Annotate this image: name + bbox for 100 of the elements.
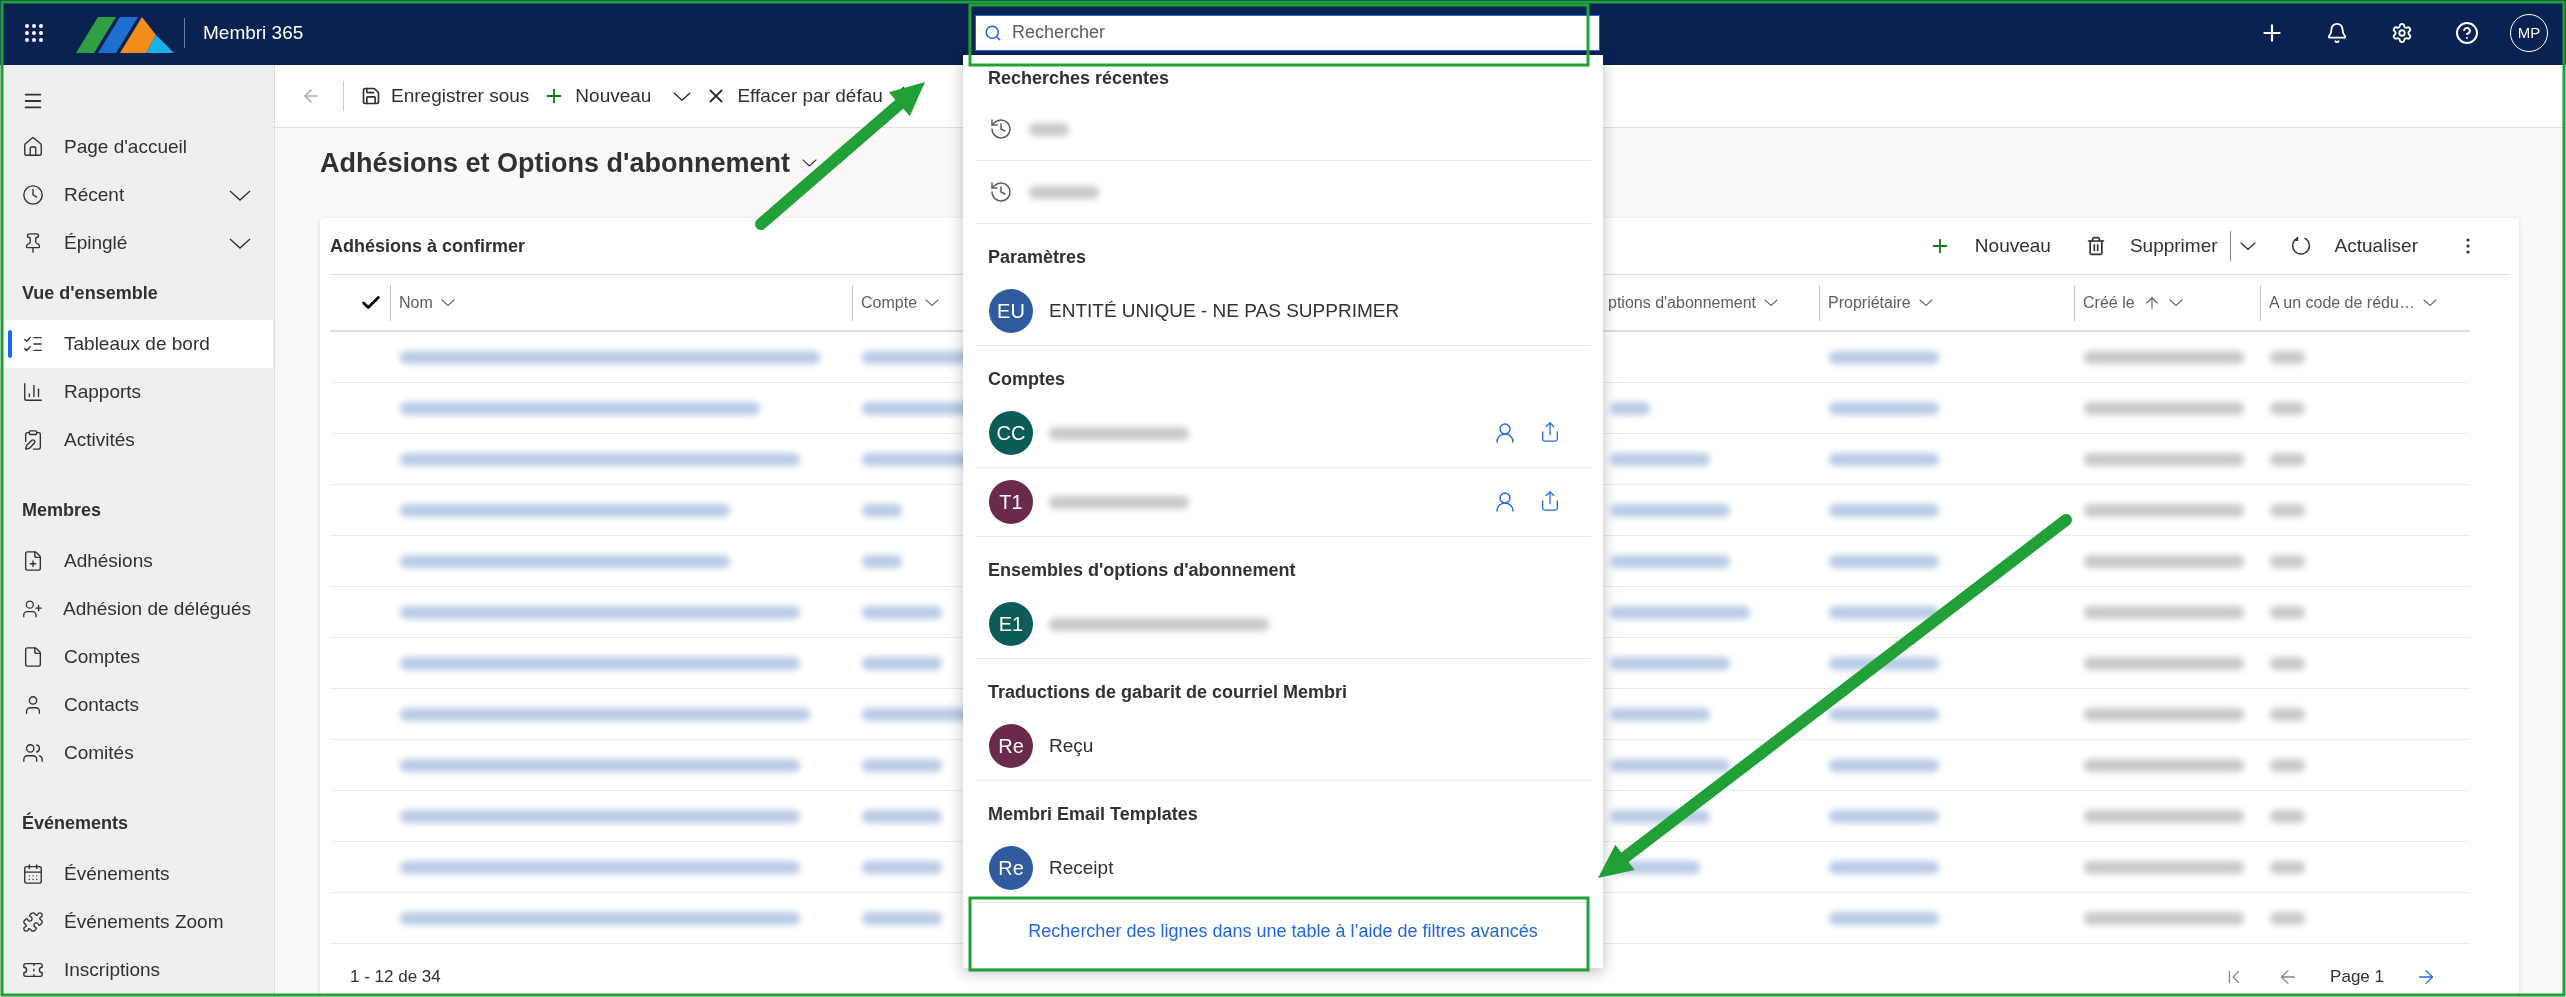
column-header[interactable]: ptions d'abonnement [1600,284,1819,321]
chevron-icon [925,299,940,306]
search-result-item[interactable]: EU ENTITÉ UNIQUE - NE PAS SUPPRIMER [975,277,1591,346]
chevron-icon [673,91,692,101]
column-header[interactable]: Propriétaire [1819,284,2074,321]
refresh-button[interactable]: Actualiser [2283,226,2442,266]
search-result-item[interactable]: T1 [975,468,1591,537]
bell-icon [2326,21,2348,44]
sidebar-label: Activités [64,429,135,451]
results-heading: Paramètres [987,245,1088,269]
clipboard-icon [22,429,44,451]
column-header[interactable]: A un code de rédu… [2260,284,2470,321]
sidebar-item[interactable]: Événements [0,850,273,898]
save-button[interactable]: Enregistrer sous [354,76,537,116]
chevron-icon [440,299,455,306]
chevron-icon [1764,299,1779,306]
page-number: Page 1 [2330,967,2384,987]
sidebar-label: Événements Zoom [64,911,224,933]
results-heading: Recherches récentes [987,66,1171,90]
chevron-icon [2168,299,2183,306]
people-icon [22,742,44,764]
column-header[interactable]: Nom [390,284,852,321]
sidebar-item[interactable]: Récent [0,171,273,219]
sidebar-item[interactable]: Adhésion de délégués [0,585,273,633]
blurred-text [2270,656,2305,670]
share-icon[interactable] [1539,490,1561,512]
share-icon[interactable] [1539,421,1561,443]
record-avatar: EU [989,289,1033,333]
search-result-item[interactable]: E1 [975,590,1591,659]
new-button[interactable]: Nouveau [536,76,699,116]
blurred-text [1029,185,1099,199]
sidebar-label: Comptes [64,646,141,668]
search-result-item[interactable]: Re Receipt [975,834,1591,903]
delete-button[interactable]: Supprimer [2078,226,2226,266]
record-count: 1 - 12 de 34 [350,967,441,987]
blurred-text [2270,758,2305,772]
assign-person-icon[interactable] [1493,490,1517,514]
sidebar-label: Adhésions [64,550,153,572]
blurred-text [862,503,902,517]
sidebar-label: Tableaux de bord [64,333,210,355]
search-input[interactable]: Rechercher [1010,21,1591,44]
blurred-text [2270,452,2305,466]
sidebar-label: Récent [64,184,125,206]
result-name: Receipt [1049,857,1114,879]
record-avatar: T1 [989,480,1033,524]
search-field[interactable]: Rechercher [975,14,1600,51]
section-heading: Événements [21,811,130,835]
trash-icon [2085,236,2106,256]
sidebar-item[interactable]: Épinglé [0,219,273,267]
chevron-icon [2240,242,2257,250]
sidebar-item[interactable]: Inscriptions [0,946,273,994]
sidebar-label: Rapports [64,381,142,403]
chevron-icon [2422,299,2437,306]
sidebar-item[interactable]: Rapports [0,368,273,416]
results-heading: Ensembles d'options d'abonnement [987,558,1297,582]
chevron-icon [801,159,817,167]
file-icon [22,646,44,668]
app-name: Membri 365 [184,17,304,48]
assign-person-icon[interactable] [1493,421,1517,445]
history-icon [989,117,1013,141]
view-selector[interactable]: Adhésions et Options d'abonnement [320,148,817,178]
new-button[interactable]: Nouveau [1921,226,2075,266]
result-name: Reçu [1049,735,1094,757]
record-avatar: E1 [989,602,1033,646]
puzzle-icon [22,911,44,933]
sidebar-item[interactable]: Page d'accueil [0,123,273,171]
sidebar-item[interactable]: Adhésions [0,537,273,585]
sidebar-item[interactable]: Contacts [0,681,273,729]
sidebar-item[interactable]: Comptes [0,633,273,681]
clear-button[interactable]: Effacer par défau [698,76,890,116]
column-header[interactable]: Créé le [2074,284,2260,321]
user-plus-icon [22,598,43,620]
sidebar-item[interactable]: Événements Zoom [0,898,273,946]
sidebar-item[interactable]: Tableaux de bord [0,320,273,368]
blurred-text [2270,605,2305,619]
blurred-text [2270,860,2305,874]
chevron-icon[interactable] [229,189,251,201]
results-heading: Comptes [987,367,1066,391]
chevron-icon[interactable] [229,237,251,249]
sidebar-item[interactable]: Activités [0,416,273,464]
blurred-text [2270,707,2305,721]
blurred-text [2270,809,2305,823]
results-heading: Traductions de gabarit de courriel Membri [987,680,1349,704]
chart-icon [22,381,44,403]
file-plus-icon [22,550,44,572]
advanced-search-link[interactable]: Rechercher des lignes dans une table à l’aide de filtres avancés [1028,903,1538,960]
search-result-item[interactable]: CC [975,399,1591,468]
grid-title: Adhésions à confirmer [330,235,526,257]
section-heading: Membres [21,499,103,522]
sidebar-label: Épinglé [64,232,128,254]
refresh-icon [2290,236,2311,256]
more-icon [2466,238,2470,254]
sidebar-item[interactable]: Comités [0,729,273,777]
blurred-text [2270,911,2305,925]
blurred-text [2270,503,2305,517]
search-result-item[interactable]: Re Reçu [975,712,1591,781]
sidebar-label: Page d'accueil [64,136,187,158]
blurred-text [862,554,902,568]
sidebar-label: Adhésion de délégués [62,598,251,620]
calendar-icon [22,863,44,885]
